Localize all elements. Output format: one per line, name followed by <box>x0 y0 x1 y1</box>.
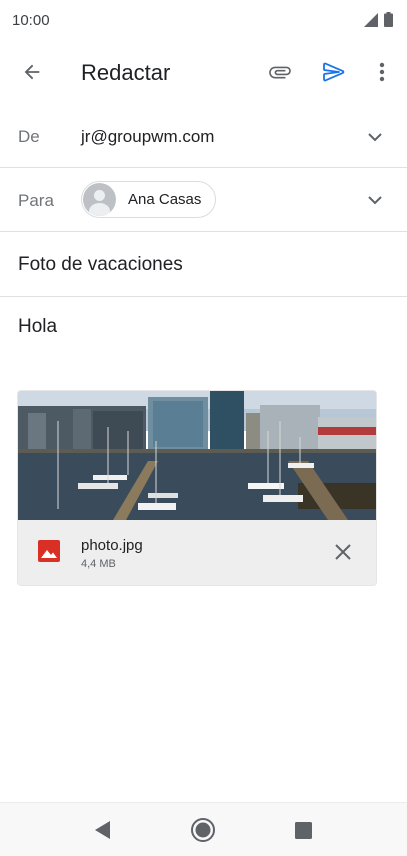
to-row: Para Ana Casas <box>0 168 407 232</box>
send-icon <box>323 62 345 82</box>
attachment-footer: photo.jpg 4,4 MB <box>18 520 376 585</box>
attachment-file-size: 4,4 MB <box>81 558 116 570</box>
battery-icon <box>384 12 393 27</box>
attachment-card[interactable]: photo.jpg 4,4 MB <box>18 391 376 585</box>
more-options-button[interactable] <box>362 52 402 92</box>
subject-field[interactable]: Foto de vacaciones <box>18 254 183 276</box>
nav-recents-button[interactable] <box>288 815 318 845</box>
back-button[interactable] <box>12 52 52 92</box>
attachment-file-name: photo.jpg <box>81 537 143 554</box>
system-nav-bar <box>0 802 407 856</box>
signal-icon <box>364 12 378 27</box>
to-label: Para <box>18 191 54 210</box>
from-address[interactable]: jr@groupwm.com <box>81 127 214 147</box>
status-time: 10:00 <box>12 12 50 29</box>
subject-row[interactable]: Foto de vacaciones <box>0 232 407 297</box>
body-field[interactable]: Hola <box>18 316 57 338</box>
from-expand-button[interactable] <box>363 125 387 149</box>
more-vert-icon <box>379 62 385 82</box>
to-expand-button[interactable] <box>363 188 387 212</box>
nav-home-button[interactable] <box>188 815 218 845</box>
app-bar: Redactar <box>0 40 407 106</box>
chevron-down-icon <box>368 132 382 141</box>
status-bar: 10:00 <box>0 0 407 40</box>
back-triangle-icon <box>95 821 110 839</box>
attach-button[interactable] <box>260 52 300 92</box>
close-icon <box>335 544 351 560</box>
avatar <box>83 183 116 216</box>
chevron-down-icon <box>368 195 382 204</box>
paperclip-icon <box>269 66 291 79</box>
page-title: Redactar <box>81 60 171 85</box>
image-icon <box>38 540 60 562</box>
recents-square-icon <box>294 821 312 839</box>
status-icons <box>364 12 393 27</box>
from-label: De <box>18 127 40 146</box>
attachment-preview-image <box>18 391 376 520</box>
back-arrow-icon <box>24 64 40 80</box>
from-row: De jr@groupwm.com <box>0 106 407 168</box>
remove-attachment-button[interactable] <box>330 539 356 565</box>
recipient-name: Ana Casas <box>128 191 202 208</box>
nav-back-button[interactable] <box>88 815 118 845</box>
recipient-chip[interactable]: Ana Casas <box>81 181 217 218</box>
send-button[interactable] <box>314 52 354 92</box>
home-circle-icon <box>191 818 215 842</box>
